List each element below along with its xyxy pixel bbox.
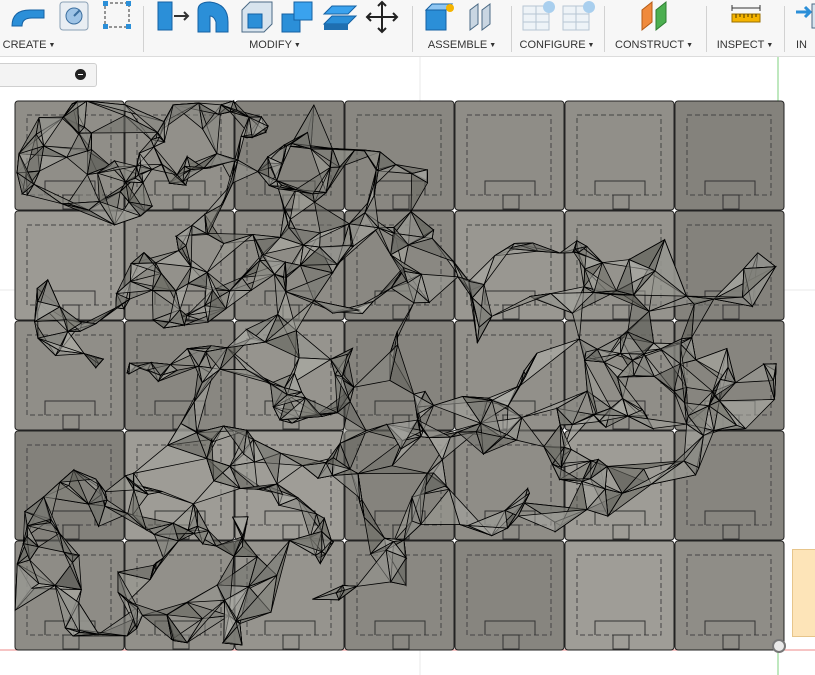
separator: [143, 6, 144, 52]
mesh-tile: [564, 100, 675, 211]
chevron-down-icon: ▼: [766, 42, 774, 49]
offset-plane-icon: [641, 0, 667, 32]
mesh-tile: [674, 540, 785, 651]
fillet-icon: [197, 1, 229, 33]
revolve-tool[interactable]: [10, 0, 46, 34]
collapse-icon[interactable]: [75, 69, 86, 80]
move-tool[interactable]: [364, 0, 400, 34]
measure-icon: [731, 5, 761, 23]
assemble-group: ASSEMBLE ▼: [414, 0, 510, 56]
offset-plane-tool[interactable]: [638, 0, 674, 34]
box-icon: [59, 1, 89, 31]
modify-group: MODIFY ▼: [150, 0, 400, 56]
measure-tool[interactable]: [728, 0, 764, 34]
mesh-model[interactable]: [0, 57, 815, 675]
offset-face-icon: [322, 5, 358, 30]
mesh-tile: [674, 100, 785, 211]
mesh-tile: [124, 320, 235, 431]
create-label: CREATE: [2, 39, 47, 51]
revolve-icon: [11, 9, 45, 27]
inspect-menu[interactable]: INSPECT ▼: [708, 39, 782, 51]
offset-face-tool[interactable]: [322, 0, 358, 34]
move-icon: [365, 0, 399, 34]
press-pull-icon: [157, 1, 190, 31]
configure-settings-tool[interactable]: [561, 0, 597, 34]
chevron-down-icon: ▼: [489, 42, 497, 49]
mesh-tile: [564, 540, 675, 651]
construct-group: CONSTRUCT ▼: [606, 0, 702, 56]
separator: [784, 6, 785, 52]
new-component-icon: [424, 3, 454, 31]
configure-label: CONFIGURE: [519, 39, 586, 51]
chevron-down-icon: ▼: [48, 42, 56, 49]
sketch-tool[interactable]: [100, 0, 132, 34]
box-tool[interactable]: [58, 0, 90, 34]
shell-tool[interactable]: [238, 0, 274, 34]
view-origin-handle[interactable]: [772, 639, 786, 653]
new-component-tool[interactable]: [422, 0, 458, 34]
browser-panel[interactable]: [0, 63, 97, 87]
configure-table-tool[interactable]: [521, 0, 557, 34]
insert-tool[interactable]: [794, 0, 815, 34]
press-pull-tool[interactable]: [154, 0, 190, 34]
combine-tool[interactable]: [280, 0, 316, 34]
insert-icon: [796, 3, 815, 29]
configure-menu[interactable]: CONFIGURE ▼: [513, 39, 601, 51]
create-group: CREATE ▼: [0, 0, 58, 56]
configure-table-icon: [522, 1, 555, 31]
create-menu[interactable]: CREATE ▼: [0, 39, 58, 51]
configure-group: CONFIGURE ▼: [513, 0, 601, 56]
joint-tool[interactable]: [464, 0, 500, 34]
configure-settings-icon: [562, 1, 595, 31]
combine-icon: [281, 1, 313, 33]
insert-group: IN: [786, 0, 815, 56]
modify-label: MODIFY: [249, 39, 292, 51]
modify-menu[interactable]: MODIFY ▼: [150, 39, 400, 51]
shell-icon: [241, 1, 273, 33]
mesh-tile: [14, 210, 125, 321]
chevron-down-icon: ▼: [293, 42, 301, 49]
inspect-label: INSPECT: [716, 39, 765, 51]
construct-label: CONSTRUCT: [615, 39, 685, 51]
toolbar: CREATE ▼ MODIFY ▼ ASSEMBLE ▼ CONFIGURE ▼…: [0, 0, 815, 57]
separator: [511, 6, 512, 52]
construct-menu[interactable]: CONSTRUCT ▼: [606, 39, 702, 51]
mesh-tile: [454, 100, 565, 211]
insert-menu[interactable]: IN: [796, 39, 815, 51]
inspect-group: INSPECT ▼: [708, 0, 782, 56]
mesh-tile: [454, 540, 565, 651]
joint-icon: [469, 3, 491, 31]
separator: [412, 6, 413, 52]
chevron-down-icon: ▼: [686, 42, 693, 49]
sketch-icon: [103, 1, 131, 29]
side-panel[interactable]: [792, 549, 815, 637]
insert-label: IN: [796, 39, 807, 51]
assemble-menu[interactable]: ASSEMBLE ▼: [414, 39, 510, 51]
assemble-label: ASSEMBLE: [427, 39, 488, 51]
canvas-viewport[interactable]: [0, 57, 815, 675]
chevron-down-icon: ▼: [587, 42, 595, 49]
separator: [604, 6, 605, 52]
fillet-tool[interactable]: [196, 0, 232, 34]
separator: [706, 6, 707, 52]
